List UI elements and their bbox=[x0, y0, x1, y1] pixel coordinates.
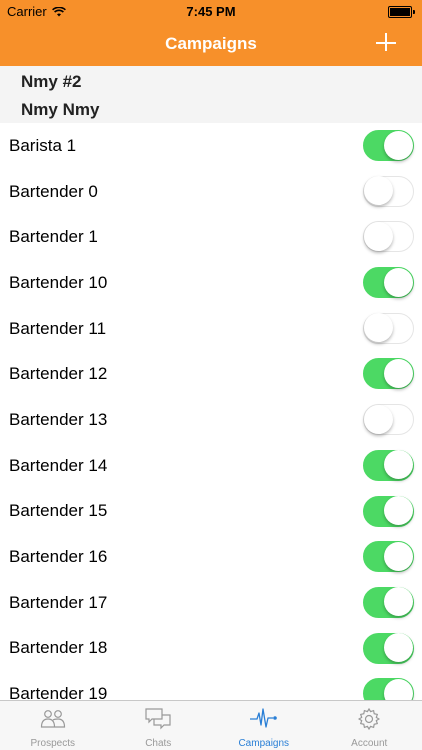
campaign-row[interactable]: Bartender 12 bbox=[0, 351, 422, 397]
toggle-knob bbox=[383, 358, 413, 388]
campaign-active-toggle[interactable] bbox=[363, 130, 414, 161]
tab-label: Account bbox=[351, 738, 388, 749]
campaign-active-toggle[interactable] bbox=[363, 541, 414, 573]
toggle-knob bbox=[363, 221, 393, 251]
campaign-active-toggle[interactable] bbox=[363, 678, 414, 700]
tab-label: Chats bbox=[145, 738, 172, 749]
add-campaign-button[interactable] bbox=[374, 31, 398, 55]
campaign-row[interactable]: Bartender 13 bbox=[0, 397, 422, 443]
campaign-name: Bartender 16 bbox=[9, 547, 108, 567]
toggle-knob bbox=[383, 633, 413, 663]
campaign-active-toggle[interactable] bbox=[363, 449, 414, 481]
battery-icon bbox=[388, 6, 415, 18]
toggle-knob bbox=[383, 496, 413, 525]
campaign-name: Bartender 11 bbox=[9, 318, 107, 338]
toggle-knob bbox=[383, 267, 413, 297]
tab-campaigns[interactable]: Campaigns bbox=[211, 701, 317, 750]
campaign-name: Bartender 1 bbox=[9, 227, 98, 247]
campaign-active-toggle[interactable] bbox=[363, 267, 414, 299]
toggle-knob bbox=[383, 450, 413, 480]
pulse-icon bbox=[249, 708, 277, 728]
group-subtitle: Nmy Nmy bbox=[21, 100, 100, 119]
page-title: Campaigns bbox=[165, 34, 257, 53]
campaign-name: Bartender 13 bbox=[9, 409, 108, 429]
campaign-row[interactable]: Bartender 10 bbox=[0, 260, 422, 306]
campaign-group-header: Nmy #2 Nmy Nmy bbox=[0, 66, 422, 123]
campaign-active-toggle[interactable] bbox=[363, 312, 414, 344]
navigation-bar: Campaigns bbox=[0, 22, 422, 66]
campaign-name: Bartender 14 bbox=[9, 455, 108, 475]
people-icon bbox=[40, 710, 65, 728]
campaign-name: Barista 1 bbox=[9, 135, 77, 155]
campaign-row[interactable]: Bartender 14 bbox=[0, 443, 422, 489]
tab-bar: Prospects Chats Campaigns Account bbox=[0, 700, 422, 750]
campaign-name: Bartender 15 bbox=[9, 501, 108, 521]
campaign-active-toggle[interactable] bbox=[363, 221, 414, 253]
campaign-row[interactable]: Bartender 1 bbox=[0, 214, 422, 260]
campaign-name: Bartender 17 bbox=[9, 592, 108, 612]
tab-prospects[interactable]: Prospects bbox=[0, 701, 106, 750]
campaign-active-toggle[interactable] bbox=[363, 632, 414, 664]
toggle-knob bbox=[383, 678, 413, 700]
tab-label: Prospects bbox=[30, 738, 75, 749]
campaign-active-toggle[interactable] bbox=[363, 358, 414, 390]
campaign-row[interactable]: Bartender 15 bbox=[0, 489, 422, 535]
campaign-name: Bartender 0 bbox=[9, 181, 98, 201]
campaign-name: Bartender 10 bbox=[9, 272, 108, 292]
campaign-row[interactable]: Bartender 17 bbox=[0, 580, 422, 626]
toggle-knob bbox=[363, 404, 393, 434]
status-bar: Carrier 7:45 PM bbox=[0, 0, 422, 22]
toggle-knob bbox=[363, 313, 393, 343]
tab-label: Campaigns bbox=[238, 738, 290, 749]
campaign-name: Bartender 12 bbox=[9, 364, 108, 384]
campaign-row[interactable]: Bartender 0 bbox=[0, 169, 422, 215]
gear-icon bbox=[358, 707, 381, 731]
tab-account[interactable]: Account bbox=[317, 701, 422, 750]
toggle-knob bbox=[383, 130, 413, 160]
toggle-knob bbox=[383, 541, 413, 571]
group-title: Nmy #2 bbox=[21, 72, 82, 91]
campaign-name: Bartender 18 bbox=[9, 638, 108, 658]
campaign-row[interactable]: Bartender 18 bbox=[0, 626, 422, 672]
campaign-row[interactable]: Barista 1 bbox=[0, 123, 422, 169]
campaign-row[interactable]: Bartender 19 bbox=[0, 671, 422, 700]
campaign-active-toggle[interactable] bbox=[363, 586, 414, 618]
campaign-list[interactable]: Barista 1 Bartender 0 Bartender 1 Bartender… bbox=[0, 123, 422, 700]
tab-chats[interactable]: Chats bbox=[106, 701, 212, 750]
campaign-active-toggle[interactable] bbox=[363, 495, 414, 527]
chat-bubbles-icon bbox=[145, 708, 171, 730]
clock: 7:45 PM bbox=[186, 4, 236, 19]
campaign-active-toggle[interactable] bbox=[363, 175, 414, 207]
campaign-row[interactable]: Bartender 16 bbox=[0, 534, 422, 580]
campaign-name: Bartender 19 bbox=[9, 684, 108, 700]
campaign-active-toggle[interactable] bbox=[363, 404, 414, 436]
toggle-knob bbox=[383, 587, 413, 617]
header: Carrier 7:45 PM Campaigns bbox=[0, 0, 422, 66]
campaign-row[interactable]: Bartender 11 bbox=[0, 306, 422, 352]
toggle-knob bbox=[363, 176, 393, 206]
